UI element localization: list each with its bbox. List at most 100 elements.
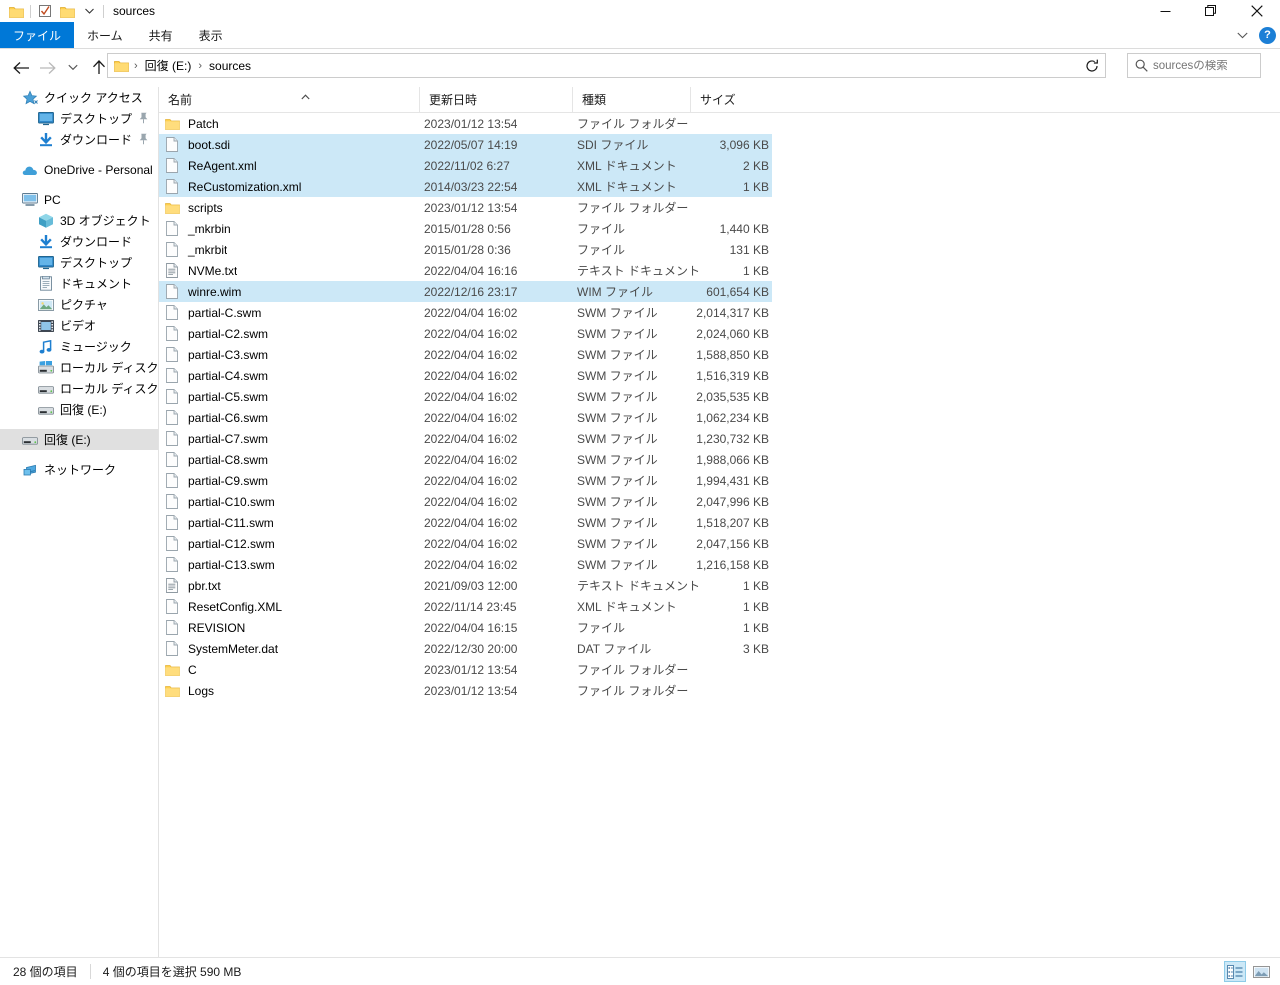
forward-button[interactable] [34, 54, 60, 82]
sidebar-item-0[interactable]: クイック アクセス [0, 87, 158, 108]
large-icons-view-button[interactable] [1250, 961, 1272, 982]
cell-date: 2023/01/12 13:54 [424, 200, 518, 215]
column-header-type[interactable]: 種類 [572, 87, 690, 112]
details-view-button[interactable] [1224, 961, 1246, 982]
sidebar-item-16[interactable]: 回復 (E:) [0, 399, 158, 420]
table-row[interactable]: boot.sdi 2022/05/07 14:19 SDI ファイル 3,096 KB [159, 134, 772, 155]
breadcrumb-drive-icon [114, 59, 129, 72]
table-row[interactable]: partial-C7.swm 2022/04/04 16:02 SWM ファイル 1,… [159, 428, 1280, 449]
table-row[interactable]: partial-C9.swm 2022/04/04 16:02 SWM ファイル 1,… [159, 470, 1280, 491]
search-input[interactable] [1153, 59, 1253, 72]
file-icon [164, 242, 180, 258]
table-row[interactable]: ReCustomization.xml 2014/03/23 22:54 XML ド… [159, 176, 772, 197]
cell-date: 2014/03/23 22:54 [424, 179, 518, 194]
file-name-text: partial-C11.swm [188, 515, 274, 530]
sidebar-item-14[interactable]: ローカル ディスク (C:) [0, 357, 158, 378]
table-row[interactable]: Patch 2023/01/12 13:54 ファイル フォルダー [159, 113, 1280, 134]
table-row[interactable]: ReAgent.xml 2022/11/02 6:27 XML ドキュメント 2 KB [159, 155, 772, 176]
breadcrumb-item-drive[interactable]: 回復 (E:) [143, 57, 194, 74]
table-row[interactable]: winre.wim 2022/12/16 23:17 WIM ファイル 601,654… [159, 281, 772, 302]
table-row[interactable]: SystemMeter.dat 2022/12/30 20:00 DAT ファイル 3… [159, 638, 1280, 659]
sidebar-item-label: デスクトップ [60, 256, 133, 270]
table-row[interactable]: partial-C6.swm 2022/04/04 16:02 SWM ファイル 1,… [159, 407, 1280, 428]
sidebar-item-15[interactable]: ローカル ディスク (D:) [0, 378, 158, 399]
cell-type: SWM ファイル [577, 327, 658, 341]
table-row[interactable]: scripts 2023/01/12 13:54 ファイル フォルダー [159, 197, 1280, 218]
breadcrumb-separator-1[interactable]: › [129, 60, 143, 72]
pin-icon[interactable] [138, 112, 149, 127]
cell-size: 1 KB [742, 620, 769, 635]
table-row[interactable]: _mkrbin 2015/01/28 0:56 ファイル 1,440 KB [159, 218, 1280, 239]
table-row[interactable]: ResetConfig.XML 2022/11/14 23:45 XML ドキュメン… [159, 596, 1280, 617]
pc-icon [22, 192, 38, 208]
sidebar-item-9[interactable]: デスクトップ [0, 252, 158, 273]
sidebar-item-4[interactable]: OneDrive - Personal [0, 159, 158, 180]
table-row[interactable]: partial-C12.swm 2022/04/04 16:02 SWM ファイル 2… [159, 533, 1280, 554]
cell-type: ファイル [577, 222, 626, 236]
breadcrumb-item-sources[interactable]: sources [207, 59, 253, 73]
system-menu-folder-icon[interactable] [5, 1, 27, 21]
breadcrumb-bar[interactable]: › 回復 (E:) › sources [107, 53, 1104, 78]
table-row[interactable]: _mkrbit 2015/01/28 0:36 ファイル 131 KB [159, 239, 1280, 260]
maximize-button[interactable] [1188, 0, 1234, 22]
search-icon [1135, 59, 1148, 72]
help-button[interactable]: ? [1259, 26, 1276, 44]
table-row[interactable]: C 2023/01/12 13:54 ファイル フォルダー [159, 659, 1280, 680]
sidebar-item-2[interactable]: ダウンロード [0, 129, 158, 150]
cell-size: 131 KB [729, 242, 769, 257]
sidebar-item-8[interactable]: ダウンロード [0, 231, 158, 252]
sidebar-item-label: 回復 (E:) [60, 403, 107, 417]
tab-home[interactable]: ホーム [74, 22, 136, 48]
close-button[interactable] [1234, 0, 1280, 22]
column-header-size[interactable]: サイズ [690, 87, 772, 112]
refresh-button[interactable] [1079, 53, 1106, 78]
table-row[interactable]: REVISION 2022/04/04 16:15 ファイル 1 KB [159, 617, 1280, 638]
table-row[interactable]: partial-C2.swm 2022/04/04 16:02 SWM ファイル 2,… [159, 323, 1280, 344]
new-folder-icon[interactable] [56, 1, 78, 21]
back-button[interactable] [8, 54, 34, 82]
cell-date: 2015/01/28 0:36 [424, 242, 511, 257]
file-icon [164, 515, 180, 531]
sidebar-item-11[interactable]: ピクチャ [0, 294, 158, 315]
cell-name: partial-C9.swm [164, 470, 268, 491]
file-icon [164, 179, 180, 195]
cell-name: boot.sdi [164, 134, 230, 155]
file-name-text: partial-C10.swm [188, 494, 275, 509]
tab-view[interactable]: 表示 [186, 22, 236, 48]
recent-locations-chevron-icon[interactable] [60, 54, 86, 82]
sidebar-item-7[interactable]: 3D オブジェクト [0, 210, 158, 231]
table-row[interactable]: partial-C3.swm 2022/04/04 16:02 SWM ファイル 1,… [159, 344, 1280, 365]
properties-checkbox-icon[interactable] [34, 1, 56, 21]
pin-icon[interactable] [138, 133, 149, 148]
breadcrumb-separator-2[interactable]: › [193, 60, 207, 72]
sidebar-group-spacer [0, 450, 158, 459]
ribbon-expand-chevron-icon[interactable] [1233, 26, 1251, 44]
table-row[interactable]: partial-C11.swm 2022/04/04 16:02 SWM ファイル 1… [159, 512, 1280, 533]
column-header-date[interactable]: 更新日時 [419, 87, 572, 112]
table-row[interactable]: pbr.txt 2021/09/03 12:00 テキスト ドキュメント 1 KB [159, 575, 1280, 596]
sidebar-item-12[interactable]: ビデオ [0, 315, 158, 336]
table-row[interactable]: partial-C8.swm 2022/04/04 16:02 SWM ファイル 1,… [159, 449, 1280, 470]
table-row[interactable]: Logs 2023/01/12 13:54 ファイル フォルダー [159, 680, 1280, 701]
tab-file[interactable]: ファイル [0, 22, 75, 48]
table-row[interactable]: partial-C.swm 2022/04/04 16:02 SWM ファイル 2,0… [159, 302, 1280, 323]
sidebar-item-10[interactable]: ドキュメント [0, 273, 158, 294]
minimize-button[interactable] [1142, 0, 1188, 22]
sidebar-item-1[interactable]: デスクトップ [0, 108, 158, 129]
qat-dropdown-chevron-icon[interactable] [78, 1, 100, 21]
table-row[interactable]: partial-C10.swm 2022/04/04 16:02 SWM ファイル 2… [159, 491, 1280, 512]
column-header-name[interactable]: 名前 [159, 87, 419, 112]
file-icon [164, 368, 180, 384]
sidebar-item-6[interactable]: PC [0, 189, 158, 210]
sidebar-item-18[interactable]: 回復 (E:) [0, 429, 158, 450]
cell-type: SWM ファイル [577, 474, 658, 488]
table-row[interactable]: partial-C5.swm 2022/04/04 16:02 SWM ファイル 2,… [159, 386, 1280, 407]
table-row[interactable]: partial-C13.swm 2022/04/04 16:02 SWM ファイル 1… [159, 554, 1280, 575]
search-box[interactable] [1127, 53, 1261, 78]
table-row[interactable]: partial-C4.swm 2022/04/04 16:02 SWM ファイル 1,… [159, 365, 1280, 386]
tab-share[interactable]: 共有 [136, 22, 186, 48]
table-row[interactable]: NVMe.txt 2022/04/04 16:16 テキスト ドキュメント 1 KB [159, 260, 1280, 281]
cell-type: SWM ファイル [577, 537, 658, 551]
sidebar-item-13[interactable]: ミュージック [0, 336, 158, 357]
sidebar-item-20[interactable]: ネットワーク [0, 459, 158, 480]
